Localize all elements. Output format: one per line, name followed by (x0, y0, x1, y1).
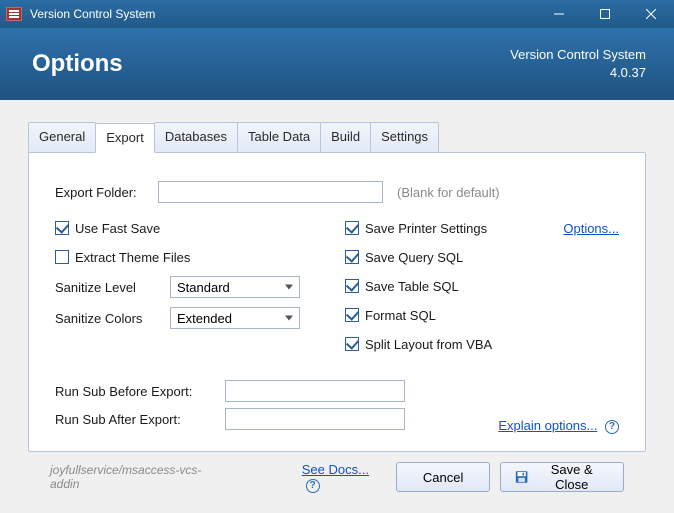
cancel-button-label: Cancel (423, 470, 463, 485)
sanitize-level-select[interactable]: Standard (170, 276, 300, 298)
save-table-sql-label: Save Table SQL (365, 279, 459, 294)
tab-databases[interactable]: Databases (154, 122, 238, 152)
help-icon[interactable]: ? (306, 479, 320, 493)
sanitize-level-value: Standard (177, 280, 230, 295)
sanitize-colors-select[interactable]: Extended (170, 307, 300, 329)
window-titlebar: Version Control System (0, 0, 674, 28)
split-layout-vba-label: Split Layout from VBA (365, 337, 492, 352)
sanitize-colors-label: Sanitize Colors (55, 311, 170, 326)
close-button[interactable] (628, 0, 674, 28)
printer-options-link[interactable]: Options... (563, 221, 619, 236)
save-printer-label: Save Printer Settings (365, 221, 487, 236)
tab-table-data[interactable]: Table Data (237, 122, 321, 152)
extract-theme-checkbox[interactable] (55, 250, 69, 264)
minimize-button[interactable] (536, 0, 582, 28)
window-title: Version Control System (30, 7, 155, 21)
format-sql-label: Format SQL (365, 308, 436, 323)
repo-path: joyfullservice/msaccess-vcs-addin (50, 463, 222, 491)
sanitize-level-label: Sanitize Level (55, 280, 170, 295)
save-table-sql-checkbox[interactable] (345, 279, 359, 293)
format-sql-checkbox[interactable] (345, 308, 359, 322)
tab-export[interactable]: Export (95, 123, 155, 153)
save-close-button-label: Save & Close (534, 462, 609, 492)
product-version-number: 4.0.37 (510, 64, 646, 82)
product-version: Version Control System 4.0.37 (510, 46, 646, 81)
run-before-input[interactable] (225, 380, 405, 402)
extract-theme-label: Extract Theme Files (75, 250, 190, 265)
save-query-sql-checkbox[interactable] (345, 250, 359, 264)
save-query-sql-label: Save Query SQL (365, 250, 463, 265)
tab-settings[interactable]: Settings (370, 122, 439, 152)
export-folder-hint: (Blank for default) (397, 185, 500, 200)
save-printer-checkbox[interactable] (345, 221, 359, 235)
header: Options Version Control System 4.0.37 (0, 28, 674, 100)
tabstrip: General Export Databases Table Data Buil… (28, 122, 646, 152)
save-close-button[interactable]: Save & Close (500, 462, 624, 492)
export-folder-input[interactable] (158, 181, 383, 203)
explain-options-link[interactable]: Explain options... (498, 418, 597, 433)
tab-build[interactable]: Build (320, 122, 371, 152)
page-title: Options (32, 50, 510, 78)
product-name: Version Control System (510, 46, 646, 64)
tab-general[interactable]: General (28, 122, 96, 152)
footer: joyfullservice/msaccess-vcs-addin See Do… (28, 452, 646, 493)
run-after-label: Run Sub After Export: (55, 412, 225, 427)
run-before-label: Run Sub Before Export: (55, 384, 225, 399)
run-after-input[interactable] (225, 408, 405, 430)
export-folder-label: Export Folder: (55, 185, 158, 200)
sanitize-colors-value: Extended (177, 311, 232, 326)
app-icon (6, 7, 22, 21)
use-fast-save-checkbox[interactable] (55, 221, 69, 235)
use-fast-save-label: Use Fast Save (75, 221, 160, 236)
help-icon[interactable]: ? (605, 420, 619, 434)
see-docs-link[interactable]: See Docs... (302, 462, 369, 477)
split-layout-vba-checkbox[interactable] (345, 337, 359, 351)
tab-panel-export: Export Folder: (Blank for default) Use F… (28, 152, 646, 452)
cancel-button[interactable]: Cancel (396, 462, 490, 492)
maximize-button[interactable] (582, 0, 628, 28)
save-icon (515, 470, 528, 484)
